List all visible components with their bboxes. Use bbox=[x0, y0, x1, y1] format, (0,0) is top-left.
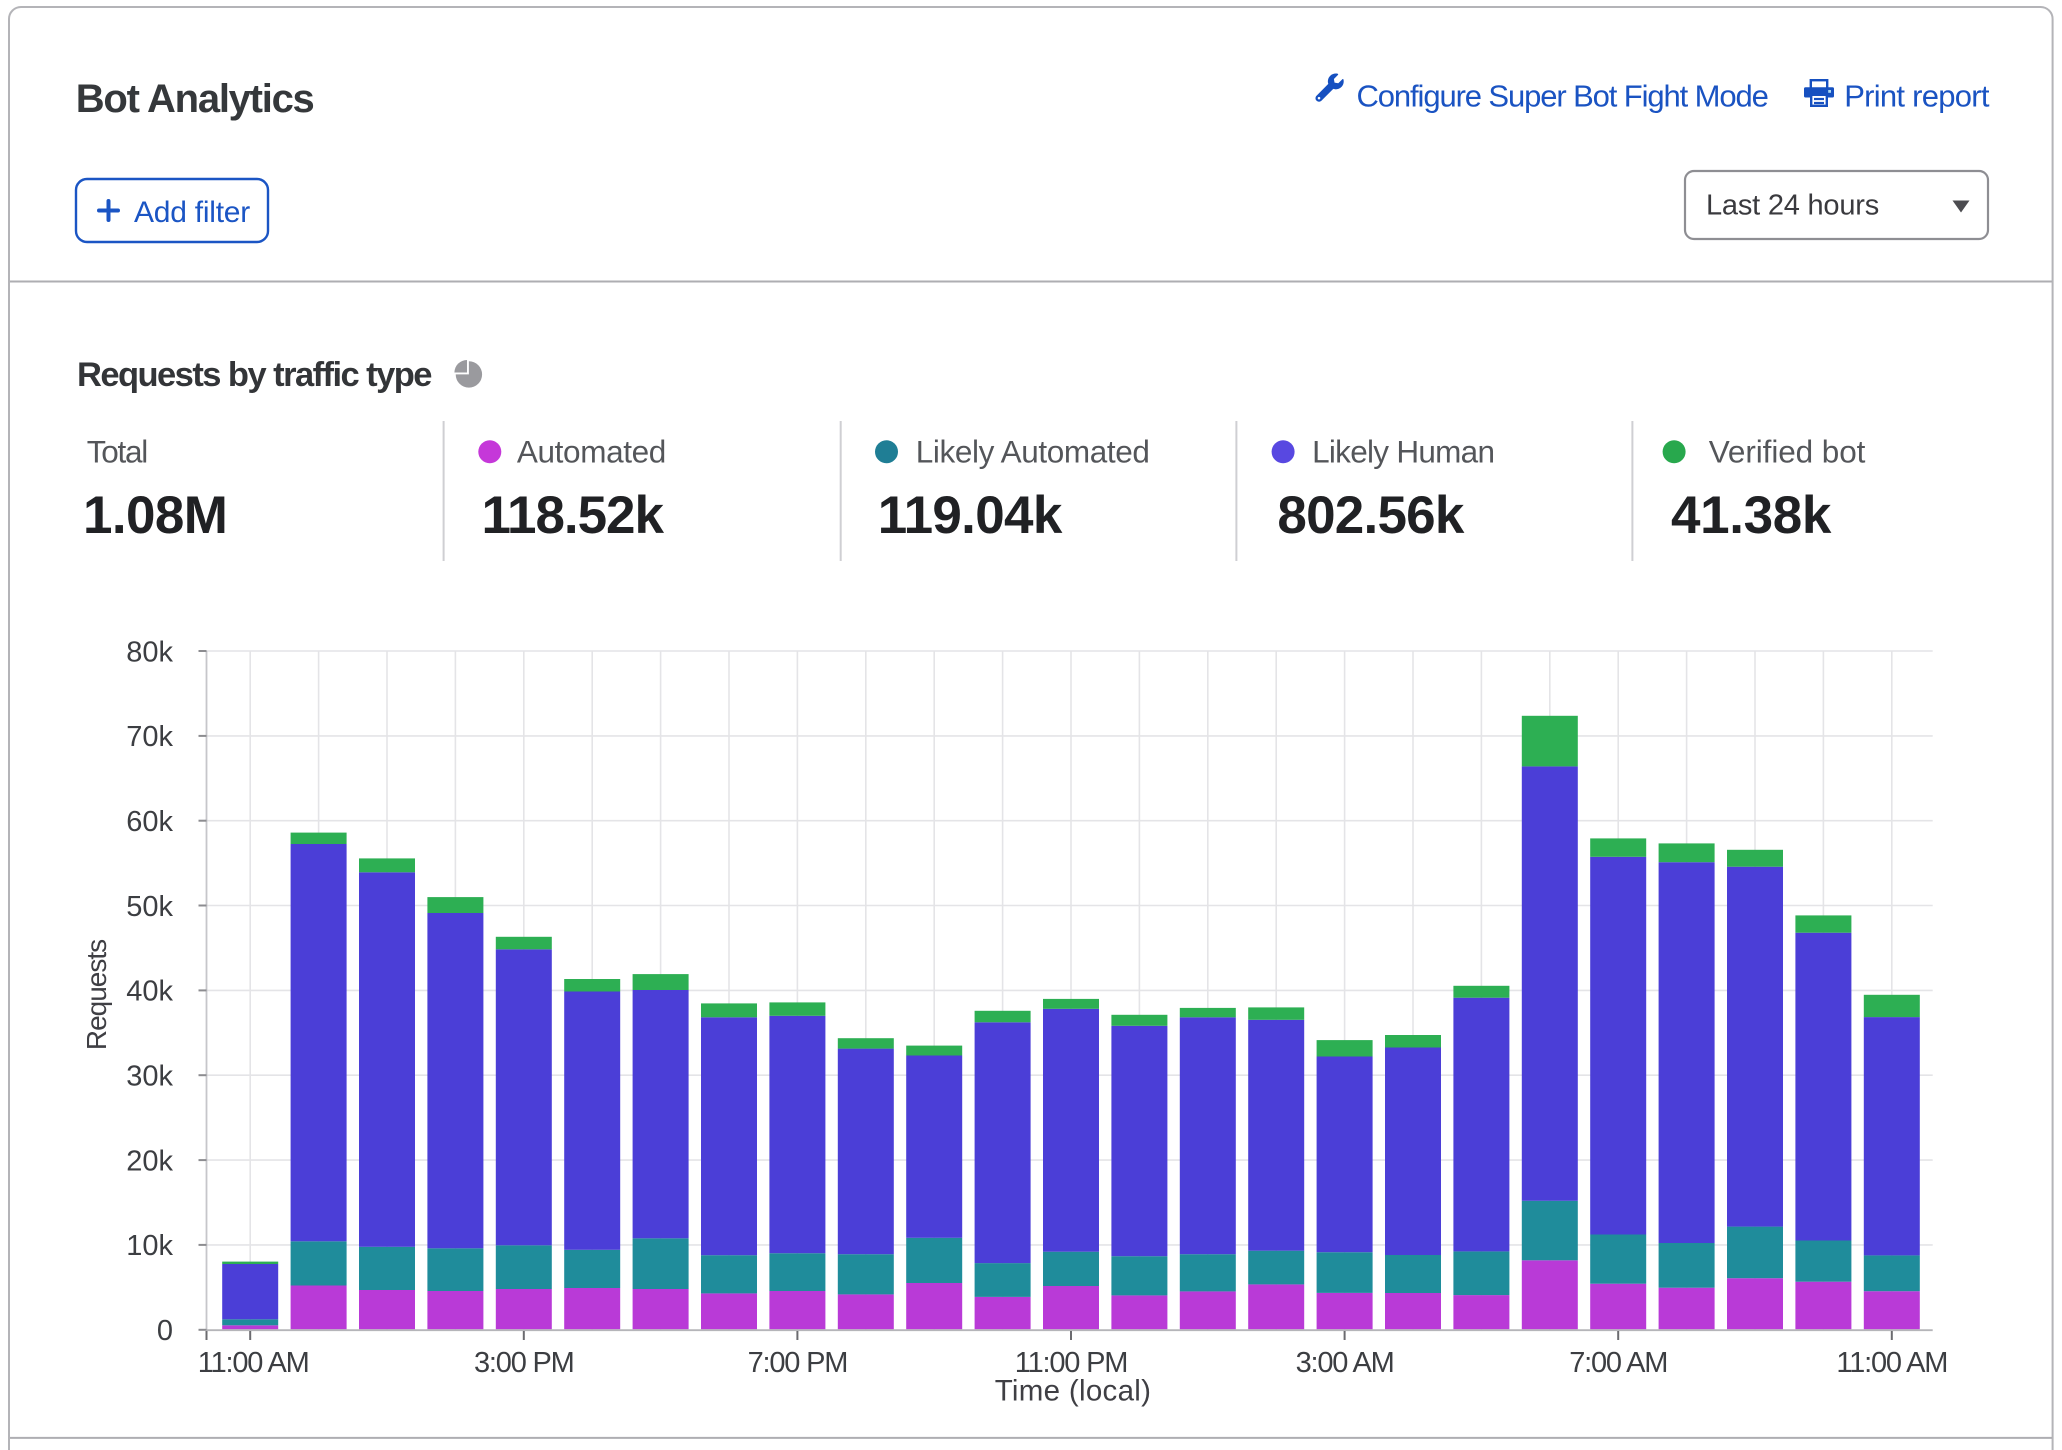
svg-text:Time (local): Time (local) bbox=[995, 1375, 1152, 1408]
svg-text:119.04k: 119.04k bbox=[878, 486, 1063, 545]
svg-text:3:00 AM: 3:00 AM bbox=[1296, 1347, 1394, 1379]
svg-text:Automated: Automated bbox=[517, 434, 666, 470]
svg-text:41.38k: 41.38k bbox=[1671, 486, 1832, 545]
svg-text:Likely Automated: Likely Automated bbox=[916, 434, 1150, 470]
svg-text:80k: 80k bbox=[126, 636, 173, 668]
svg-text:Add filter: Add filter bbox=[134, 196, 250, 229]
svg-text:Configure Super Bot Fight Mode: Configure Super Bot Fight Mode bbox=[1357, 78, 1768, 113]
svg-text:0: 0 bbox=[157, 1315, 173, 1347]
svg-text:7:00 PM: 7:00 PM bbox=[748, 1347, 848, 1379]
svg-text:Last 24 hours: Last 24 hours bbox=[1706, 190, 1879, 222]
svg-text:802.56k: 802.56k bbox=[1277, 486, 1464, 545]
svg-text:Requests by traffic type: Requests by traffic type bbox=[77, 356, 432, 394]
svg-text:70k: 70k bbox=[126, 721, 173, 753]
svg-text:30k: 30k bbox=[126, 1061, 173, 1093]
svg-text:50k: 50k bbox=[126, 891, 173, 923]
svg-text:60k: 60k bbox=[126, 806, 173, 838]
svg-text:20k: 20k bbox=[126, 1145, 173, 1177]
svg-text:3:00 PM: 3:00 PM bbox=[474, 1347, 574, 1379]
svg-text:11:00 AM: 11:00 AM bbox=[1836, 1347, 1947, 1379]
svg-text:Bot Analytics: Bot Analytics bbox=[76, 77, 314, 121]
svg-text:10k: 10k bbox=[126, 1230, 173, 1262]
svg-text:Print report: Print report bbox=[1844, 78, 1990, 113]
svg-text:1.08M: 1.08M bbox=[83, 486, 227, 545]
svg-text:Likely Human: Likely Human bbox=[1312, 434, 1494, 470]
svg-text:40k: 40k bbox=[126, 976, 173, 1008]
svg-text:118.52k: 118.52k bbox=[482, 486, 665, 545]
svg-text:11:00 AM: 11:00 AM bbox=[198, 1347, 309, 1379]
svg-text:7:00 AM: 7:00 AM bbox=[1569, 1347, 1667, 1379]
svg-text:Verified bot: Verified bot bbox=[1709, 434, 1866, 470]
svg-text:Requests: Requests bbox=[81, 940, 112, 1050]
svg-text:Total: Total bbox=[87, 434, 147, 470]
